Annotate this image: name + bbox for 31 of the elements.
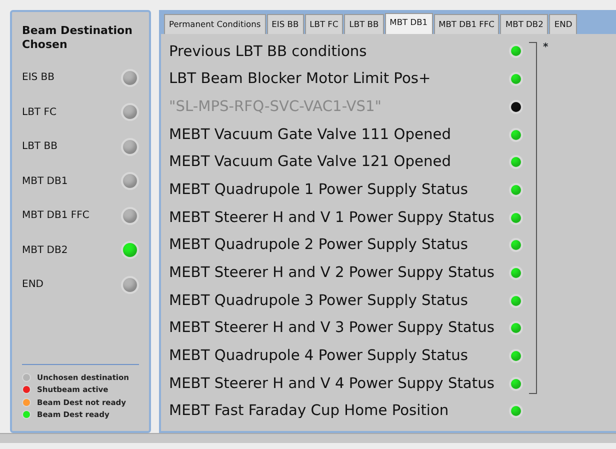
note-mark: * — [542, 40, 548, 55]
condition-label: LBT Beam Blocker Motor Limit Pos+ — [169, 69, 432, 90]
condition-label: Previous LBT BB conditions — [169, 42, 368, 62]
tab[interactable]: EIS BB — [266, 14, 304, 34]
condition-label: MEBT Quadrupole 1 Power Supply Status — [169, 180, 469, 200]
destination-label: MBT DB2 — [22, 244, 68, 258]
condition-label: MEBT Steerer H and V 2 Power Suppy Status — [169, 263, 496, 283]
destination-label: MBT DB1 — [22, 174, 68, 189]
tab[interactable]: MBT DB1 — [384, 13, 433, 34]
tab[interactable]: MBT DB1 FFC — [434, 14, 500, 34]
destination-label: END — [22, 278, 44, 292]
condition-label: MEBT Vacuum Gate Valve 111 Opened — [169, 124, 452, 145]
condition-label: MEBT Steerer H and V 1 Power Suppy Status — [169, 208, 496, 228]
destination-label: EIS BB — [22, 71, 55, 86]
condition-label: MEBT Steerer H and V 4 Power Suppy Status — [169, 374, 496, 394]
tab[interactable]: LBT BB — [344, 14, 384, 34]
destination-label: LBT BB — [22, 140, 58, 154]
condition-label: MEBT Fast Faraday Cup Home Position — [169, 401, 450, 422]
tab[interactable]: END — [549, 14, 578, 34]
condition-label: MEBT Quadrupole 2 Power Supply Status — [169, 235, 469, 256]
condition-label: "SL-MPS-RFQ-SVC-VAC1-VS1" — [169, 96, 382, 117]
condition-label: MEBT Vacuum Gate Valve 121 Opened — [169, 152, 452, 172]
tab[interactable]: MBT DB2 — [500, 14, 548, 34]
condition-label: MEBT Steerer H and V 3 Power Suppy Status — [169, 318, 496, 338]
panel-title: Beam Destination Chosen — [22, 24, 134, 53]
tab[interactable]: LBT FC — [304, 14, 344, 34]
condition-label: MEBT Quadrupole 3 Power Supply Status — [169, 290, 469, 311]
condition-label: MEBT Quadrupole 4 Power Supply Status — [169, 346, 469, 366]
destination-label: MBT DB1 FFC — [22, 209, 90, 224]
tab[interactable]: Permanent Conditions — [164, 14, 266, 34]
destination-label: LBT FC — [22, 106, 56, 120]
